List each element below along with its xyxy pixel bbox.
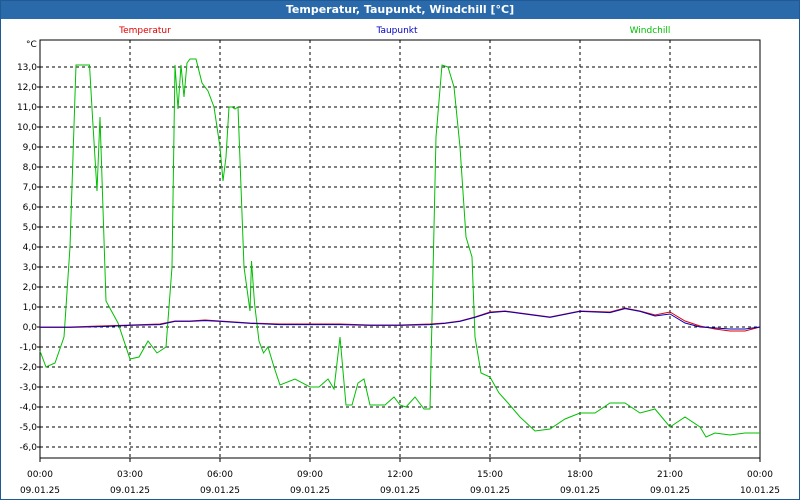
y-tick-label: 5,0 — [23, 223, 38, 233]
legend-entry-temperatur: Temperatur — [118, 26, 171, 36]
x-tick-date-label: 10.01.25 — [740, 486, 780, 496]
legend-entry-taupunkt: Taupunkt — [375, 26, 418, 36]
x-tick-time-label: 21:00 — [657, 470, 683, 480]
y-axis-ticks: 13,0 12,0 11,0 10,0 9,0 8,0 7,0 6,0 5,0 4,0 3,0 2,0… — [17, 63, 37, 453]
x-tick-time-label: 00:00 — [27, 470, 53, 480]
x-tick-date-label: 09.01.25 — [20, 486, 60, 496]
x-tick-time-label: 12:00 — [387, 470, 413, 480]
series-line-windchill — [39, 58, 760, 438]
x-tick-date-label: 09.01.25 — [380, 486, 420, 496]
x-tick-time-label: 06:00 — [207, 470, 233, 480]
x-tick-time-label: 18:00 — [567, 470, 593, 480]
y-tick-label: 8,0 — [23, 163, 38, 173]
x-tick-time-label: 09:00 — [297, 470, 323, 480]
x-tick-date-label: 09.01.25 — [560, 486, 600, 496]
x-tick-time-label: 03:00 — [117, 470, 143, 480]
chart-legend: Temperatur Taupunkt Windchill — [118, 26, 670, 36]
x-axis-ticks: 00:00 09.01.25 03:00 09.01.25 06:00 09.01.25 0… — [20, 470, 780, 496]
y-tick-label: 7,0 — [23, 183, 38, 193]
y-tick-label: -3,0 — [19, 383, 37, 393]
y-tick-label: 9,0 — [23, 143, 38, 153]
legend-entry-windchill: Windchill — [630, 26, 671, 36]
x-tick-date-label: 09.01.25 — [200, 486, 240, 496]
x-tick-time-label: 00:00 — [747, 470, 773, 480]
y-tick-label: 12,0 — [17, 83, 37, 93]
y-tick-label: -4,0 — [19, 403, 37, 413]
y-tick-label: 1,0 — [23, 303, 38, 313]
y-tick-label: 13,0 — [17, 63, 37, 73]
y-tick-label: 3,0 — [23, 263, 38, 273]
line-chart: 13,0 12,0 11,0 10,0 9,0 8,0 7,0 6,0 5,0 4,0 3,0 2,0… — [17, 26, 780, 496]
y-tick-label: -2,0 — [19, 363, 37, 373]
y-axis-unit-label: °C — [26, 40, 37, 50]
chart-grid — [37, 39, 761, 462]
x-tick-date-label: 09.01.25 — [470, 486, 510, 496]
y-tick-label: 0,0 — [23, 323, 38, 333]
x-tick-date-label: 09.01.25 — [290, 486, 330, 496]
x-tick-date-label: 09.01.25 — [650, 486, 690, 496]
x-tick-date-label: 09.01.25 — [110, 486, 150, 496]
y-tick-label: -5,0 — [19, 423, 37, 433]
y-tick-label: -6,0 — [19, 443, 37, 453]
y-tick-label: 10,0 — [17, 123, 37, 133]
x-tick-time-label: 15:00 — [477, 470, 503, 480]
y-tick-label: 4,0 — [23, 243, 38, 253]
y-tick-label: 11,0 — [17, 103, 37, 113]
y-tick-label: 6,0 — [23, 203, 38, 213]
y-tick-label: 2,0 — [23, 283, 38, 293]
chart-series — [39, 58, 761, 438]
y-tick-label: -1,0 — [19, 343, 37, 353]
